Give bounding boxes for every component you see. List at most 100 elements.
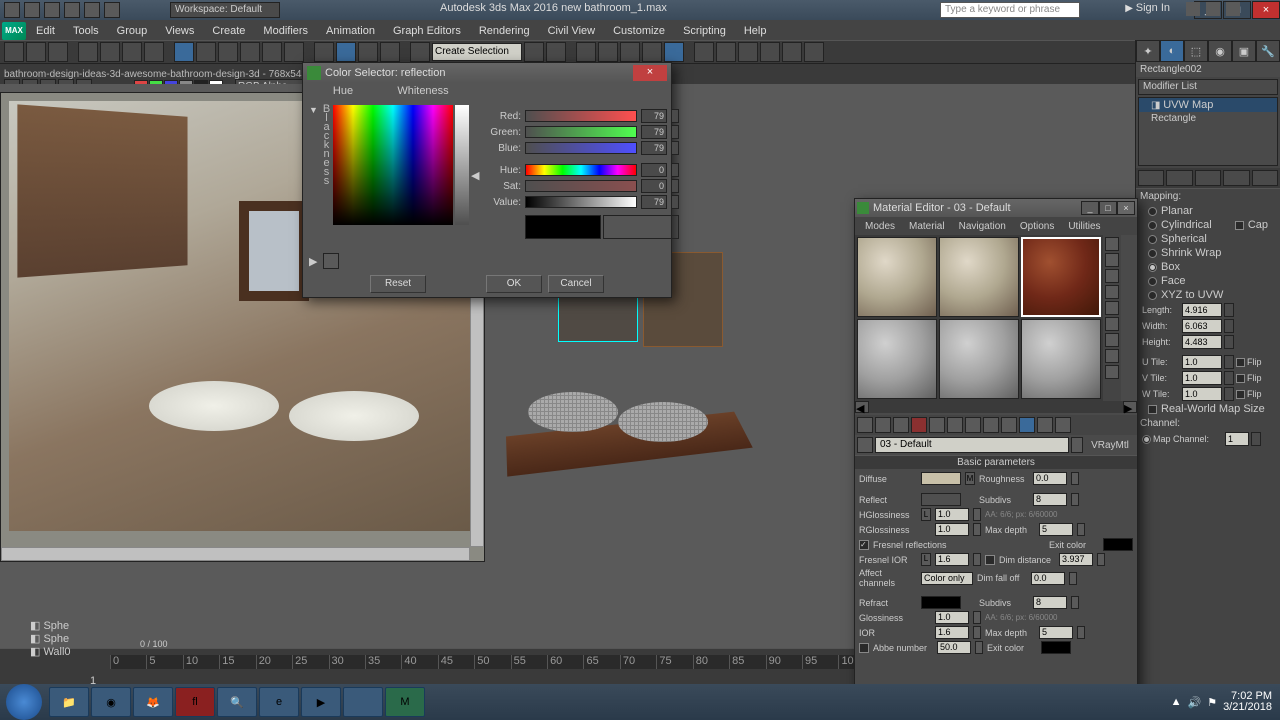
new-icon[interactable] [24,2,40,18]
menu-scripting[interactable]: Scripting [675,23,734,39]
reflect-color-well[interactable] [921,493,961,506]
get-material-icon[interactable] [857,417,873,433]
signin-link[interactable]: ▶ Sign In [1125,2,1170,14]
workspace-dropdown[interactable]: Workspace: Default [170,2,280,18]
scene-explorer-mini[interactable]: ◧ Sphe ◧ Sphe ◧ Wall0 [30,619,90,649]
roughness-spinner[interactable]: 0.0 [1033,472,1067,485]
material-type-button[interactable]: VRayMtl [1085,440,1135,451]
teapot-icon[interactable] [760,42,780,62]
align-icon[interactable] [546,42,566,62]
ie-taskbar-icon[interactable]: e [259,687,299,717]
select-link-icon[interactable] [4,42,24,62]
sample-slot-3[interactable] [1021,237,1101,317]
assign-to-sel-icon[interactable] [893,417,909,433]
menu-edit[interactable]: Edit [28,23,63,39]
task1-icon[interactable] [343,687,383,717]
sample-scroll[interactable]: ◀▶ [855,401,1137,415]
color-dlg-titlebar[interactable]: Color Selector: reflection × [303,63,671,83]
map-spherical[interactable]: Spherical [1140,232,1276,246]
menu-help[interactable]: Help [736,23,775,39]
mat-close[interactable]: × [1117,201,1135,215]
map-shrinkwrap[interactable]: Shrink Wrap [1140,246,1276,260]
backlight-icon[interactable] [1105,253,1119,267]
red-slider[interactable] [525,110,637,122]
put-to-lib-icon[interactable] [965,417,981,433]
stack-rectangle[interactable]: Rectangle [1139,112,1277,125]
render-frame-icon[interactable] [716,42,736,62]
display-tab-icon[interactable]: ▣ [1232,40,1256,62]
dimdist-spinner[interactable]: 3.937 [1059,553,1093,566]
manip-icon[interactable] [284,42,304,62]
go-sibling-icon[interactable] [1055,417,1071,433]
rotate-icon[interactable] [196,42,216,62]
hue-value[interactable]: 0 [641,163,667,177]
help-search-input[interactable]: Type a keyword or phrase [940,2,1080,18]
create-tab-icon[interactable]: ✦ [1136,40,1160,62]
value-slider[interactable] [525,196,637,208]
hgloss-spinner[interactable]: 1.0 [935,508,969,521]
green-value[interactable]: 79 [641,125,667,139]
star-icon[interactable] [1206,2,1220,16]
app-menu-icon[interactable] [4,2,20,18]
mat-map-nav-icon[interactable] [1105,365,1119,379]
show-map-icon[interactable] [1001,417,1017,433]
color-dlg-close-button[interactable]: × [633,65,667,81]
length-spinner[interactable]: 4.916 [1182,303,1222,317]
map-cylindrical[interactable]: CylindricalCap [1140,218,1276,232]
motion-tab-icon[interactable]: ◉ [1208,40,1232,62]
uv-tiling-icon[interactable] [1105,285,1119,299]
exit-color-well[interactable] [1103,538,1133,551]
utilities-tab-icon[interactable]: 🔧 [1256,40,1280,62]
ribbon-icon[interactable] [598,42,618,62]
menu-rendering[interactable]: Rendering [471,23,538,39]
help-icon[interactable] [1226,2,1240,16]
select-by-mat-icon[interactable] [1105,349,1119,363]
go-parent-icon[interactable] [1037,417,1053,433]
mat-menu-modes[interactable]: Modes [859,221,901,232]
sample-type-icon[interactable] [1105,237,1119,251]
map-face[interactable]: Face [1140,274,1276,288]
basic-params-header[interactable]: Basic parameters [855,456,1137,469]
start-button[interactable] [6,684,42,720]
sample-slot-2[interactable] [939,237,1019,317]
editnamedsel-icon[interactable] [410,42,430,62]
mat-minimize[interactable]: _ [1081,201,1099,215]
value-value[interactable]: 79 [641,195,667,209]
firefox-taskbar-icon[interactable]: 🦊 [133,687,173,717]
cancel-button[interactable]: Cancel [548,275,604,293]
sat-slider[interactable] [525,180,637,192]
snap-icon[interactable] [314,42,334,62]
reset-map-icon[interactable] [911,417,927,433]
3dsmax-taskbar-icon[interactable]: M [385,687,425,717]
sample-slot-5[interactable] [939,319,1019,399]
menu-tools[interactable]: Tools [65,23,107,39]
system-tray[interactable]: ▲🔊⚑ 7:02 PM3/21/2018 [1171,691,1280,713]
sample-slot-6[interactable] [1021,319,1101,399]
flash-taskbar-icon[interactable]: fl [175,687,215,717]
menu-graph-editors[interactable]: Graph Editors [385,23,469,39]
unique-icon[interactable] [1195,170,1221,186]
time-ruler[interactable]: 0510152025303540455055606570758085909510… [110,655,875,669]
refgloss-spinner[interactable]: 1.0 [935,611,969,624]
map-planar[interactable]: Planar [1140,204,1276,218]
green-slider[interactable] [525,126,637,138]
render-region-icon[interactable] [804,42,824,62]
realworld-check[interactable] [1148,405,1157,414]
named-selection-dropdown[interactable]: Create Selection Se [432,43,522,61]
curve-editor-icon[interactable] [620,42,640,62]
spinner-snap-icon[interactable] [380,42,400,62]
render-setup-icon[interactable] [694,42,714,62]
make-preview-icon[interactable] [1105,317,1119,331]
select-rect-icon[interactable] [122,42,142,62]
modifier-list-dropdown[interactable]: Modifier List [1138,79,1278,95]
config-sets-icon[interactable] [1252,170,1278,186]
mirror-icon[interactable] [524,42,544,62]
hue-field[interactable] [333,105,453,225]
mat-id-icon[interactable] [983,417,999,433]
wtile-spinner[interactable]: 1.0 [1182,387,1222,401]
stack-uvwmap[interactable]: ◨ UVW Map [1139,98,1277,112]
select-name-icon[interactable] [100,42,120,62]
fresnel-check[interactable] [859,540,869,550]
rexit-color-well[interactable] [1041,641,1071,654]
infocenter-icon[interactable] [1186,2,1200,16]
